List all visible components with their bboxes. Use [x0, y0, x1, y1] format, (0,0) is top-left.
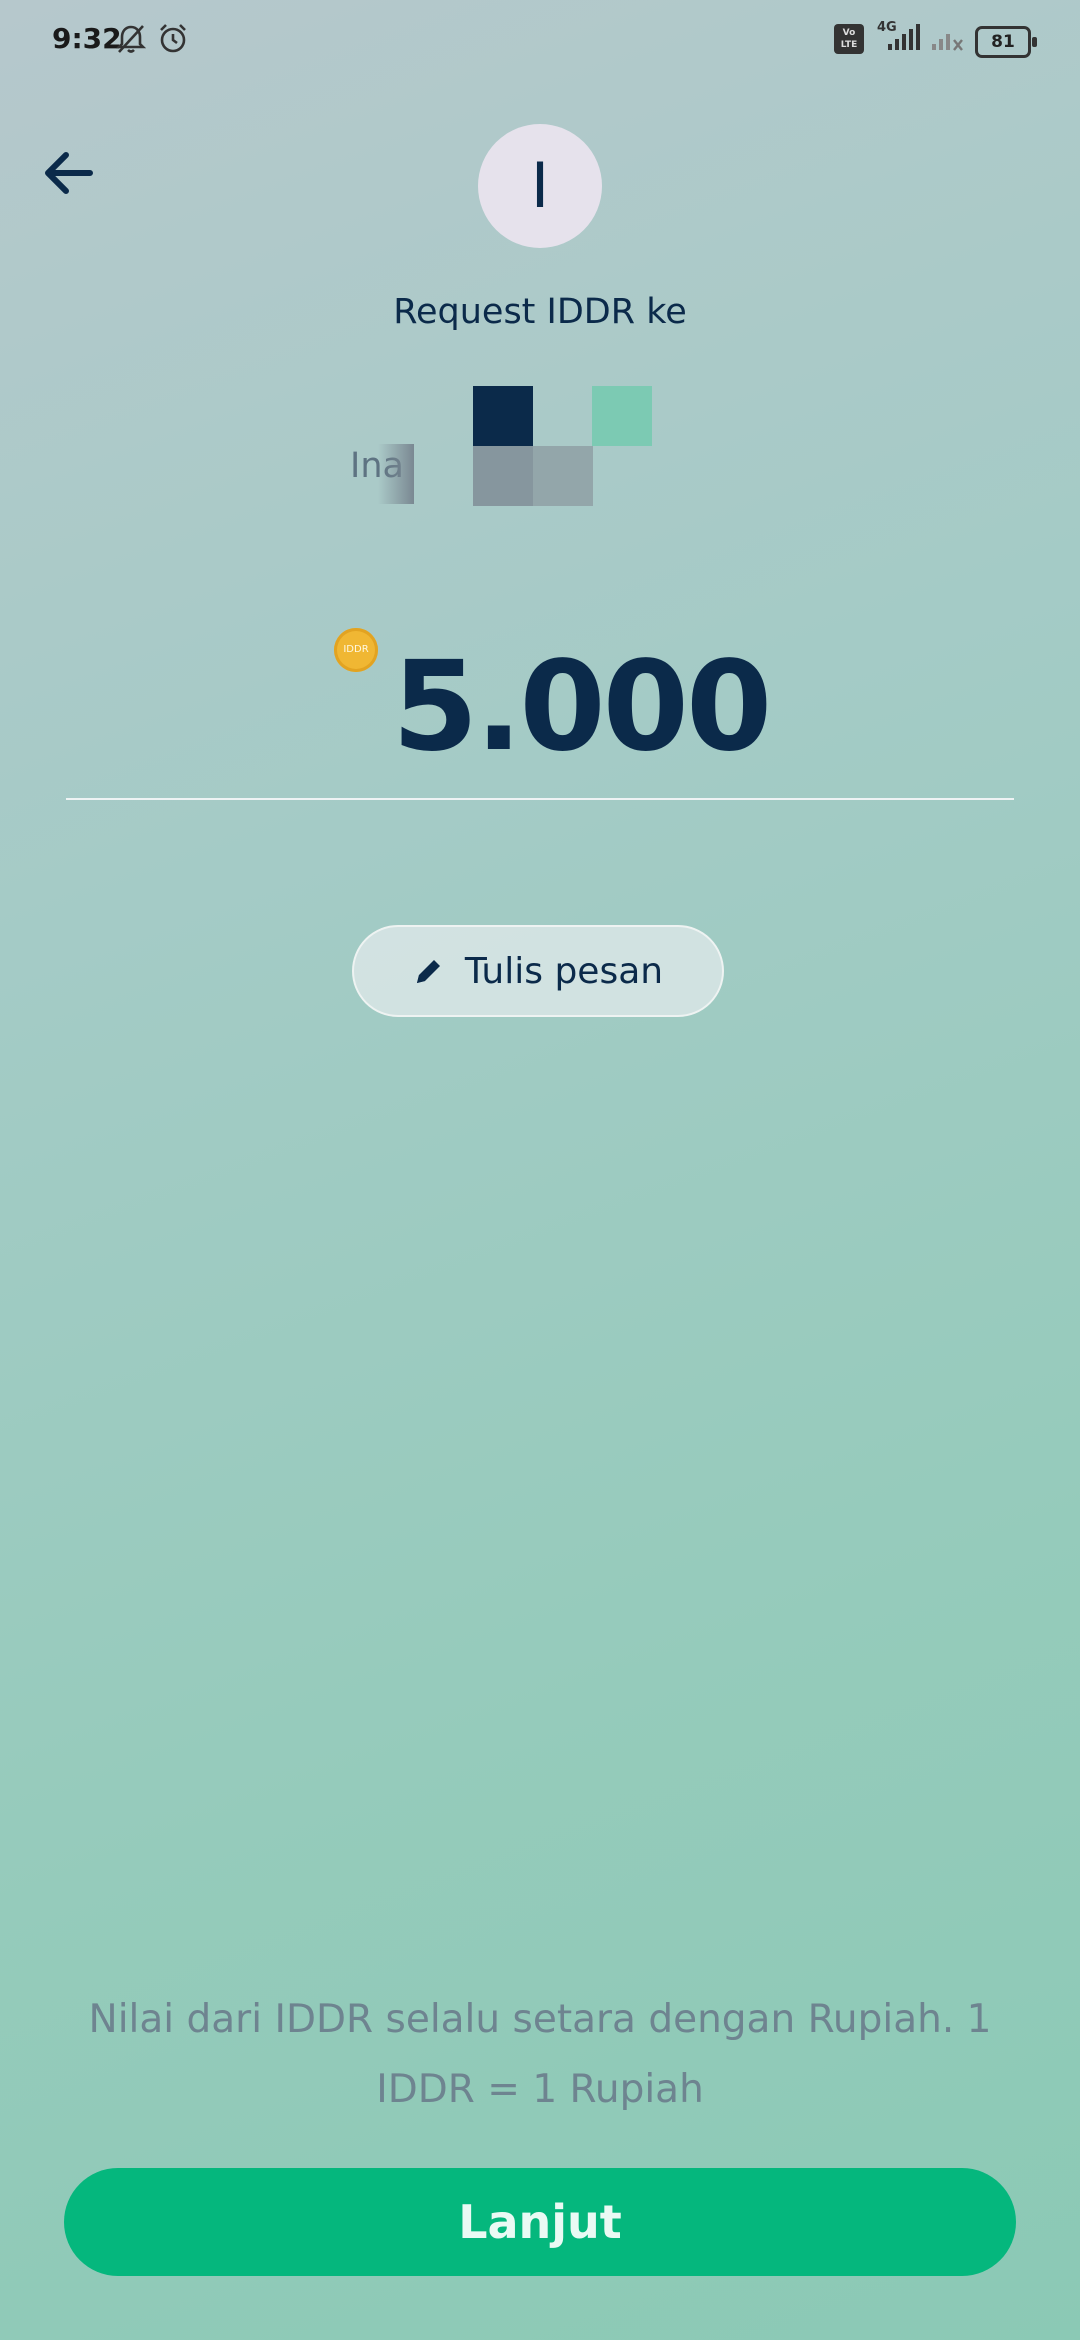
redaction-block: [473, 386, 533, 446]
battery-level: 81: [991, 32, 1015, 52]
amount-value[interactable]: 5.000: [392, 635, 772, 779]
coin-label: IDDR: [343, 644, 369, 655]
amount-divider: [66, 798, 1014, 800]
mute-icon: [115, 25, 147, 53]
status-bar: 9:32 Vo LTE 4G 81: [0, 0, 1080, 80]
redaction-block: [592, 386, 652, 446]
recipient-avatar: I: [478, 124, 602, 248]
write-message-button[interactable]: Tulis pesan: [352, 925, 724, 1017]
redaction-block: [533, 446, 593, 506]
signal-off-icon: [932, 34, 963, 51]
write-message-label: Tulis pesan: [464, 950, 664, 992]
conversion-info-text: Nilai dari IDDR selalu setara dengan Rup…: [88, 1997, 992, 2112]
arrow-left-icon[interactable]: [40, 148, 96, 198]
volte-icon: Vo LTE: [834, 24, 864, 54]
alarm-icon: [160, 24, 186, 53]
redaction-block: [473, 446, 533, 506]
next-button[interactable]: Lanjut: [64, 2168, 1016, 2276]
status-time: 9:32: [52, 22, 122, 55]
avatar-initial: I: [530, 149, 550, 222]
volte-label: Vo LTE: [840, 28, 858, 50]
signal-icon: [888, 24, 920, 50]
iddr-coin-icon: IDDR: [334, 628, 378, 672]
request-title: Request IDDR ke: [393, 292, 687, 332]
battery-icon: 81: [975, 26, 1037, 58]
redaction-block: [378, 444, 414, 504]
pencil-icon: [416, 960, 440, 983]
